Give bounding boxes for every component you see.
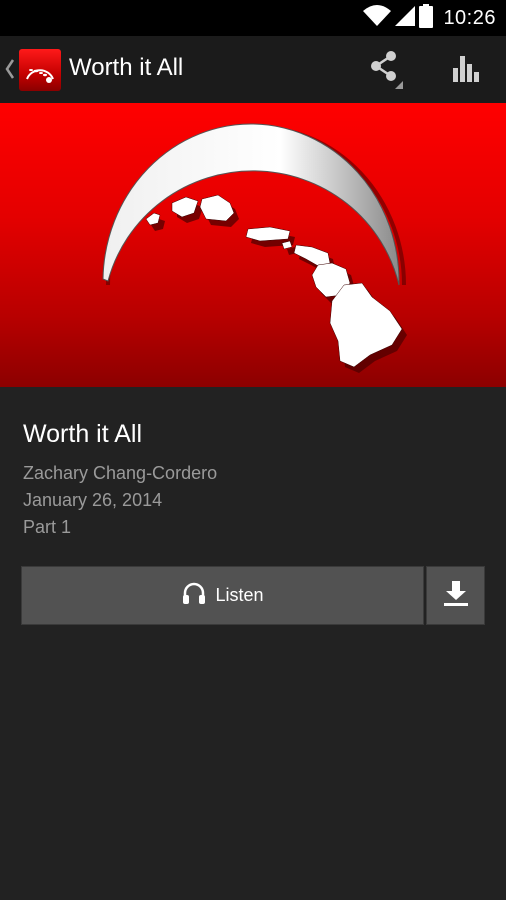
download-button[interactable] — [426, 566, 485, 625]
share-button[interactable] — [360, 46, 412, 94]
status-time: 10:26 — [443, 6, 496, 29]
status-bar: 10:26 — [0, 0, 506, 36]
stats-icon — [450, 52, 482, 89]
wifi-icon — [363, 4, 392, 32]
episode-speaker: Zachary Chang-Cordero — [23, 463, 218, 483]
episode-date: January 26, 2014 — [23, 490, 163, 510]
share-icon — [363, 45, 409, 96]
listen-label: Listen — [215, 585, 264, 605]
hawaiian-islands-logo — [102, 123, 407, 373]
status-icons: 10:26 — [363, 0, 496, 36]
headphones-icon — [181, 580, 207, 611]
app-logo-icon[interactable] — [19, 49, 61, 91]
episode-part: Part 1 — [23, 517, 72, 537]
signal-icon — [395, 5, 416, 32]
stats-button[interactable] — [440, 46, 492, 94]
episode-details: Worth it All Zachary Chang-Cordero Janua… — [23, 418, 483, 541]
action-bar-title: Worth it All — [69, 54, 184, 81]
up-caret-icon[interactable] — [4, 56, 16, 82]
action-bar: Worth it All — [0, 36, 506, 103]
download-icon — [441, 578, 471, 613]
listen-button[interactable]: Listen — [21, 566, 424, 625]
episode-title: Worth it All — [23, 420, 143, 448]
hero-banner — [0, 103, 506, 387]
battery-icon — [419, 3, 434, 33]
